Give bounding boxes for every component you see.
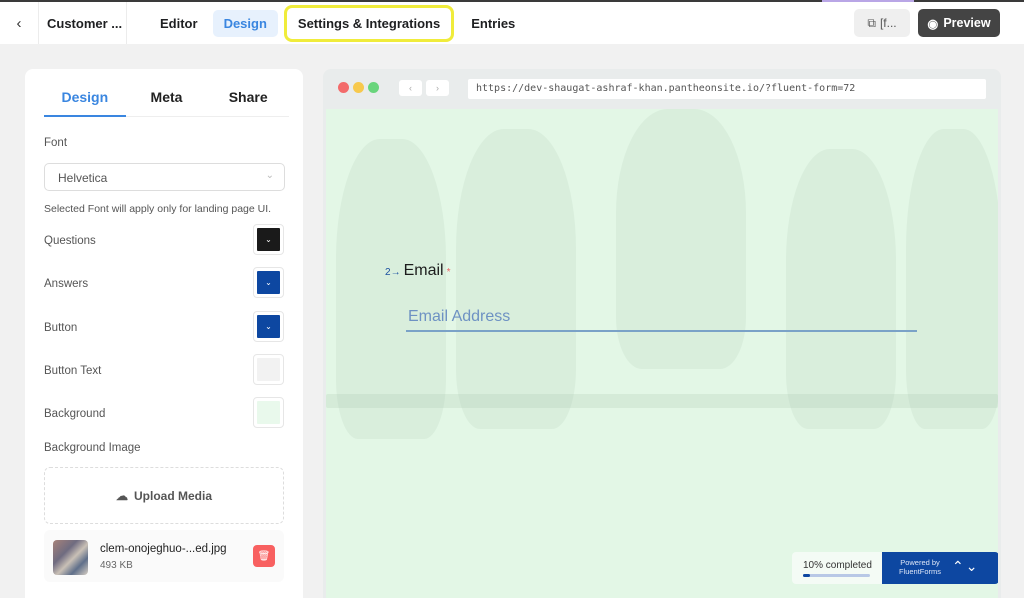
swatch-fill <box>257 401 280 424</box>
browser-back-button[interactable]: ‹ <box>399 80 422 96</box>
background-color-picker[interactable] <box>253 397 284 428</box>
email-input[interactable] <box>406 306 917 332</box>
font-select[interactable]: Helvetica ⌄ <box>44 163 285 191</box>
swatch-fill <box>257 358 280 381</box>
chevron-down-icon: ⌄ <box>257 271 280 294</box>
file-name: clem-onojeghuo-...ed.jpg <box>100 543 227 555</box>
answers-color-picker[interactable]: ⌄ <box>253 267 284 298</box>
copy-icon: ⧉ <box>867 15 876 30</box>
form-name[interactable]: Customer ... <box>39 2 127 44</box>
chevron-down-icon: ⌄ <box>257 315 280 338</box>
button-text-color-label: Button Text <box>44 365 102 377</box>
delete-file-button[interactable]: 🗑 <box>253 545 275 567</box>
button-text-color-picker[interactable] <box>253 354 284 385</box>
url-bar[interactable]: https://dev-shaugat-ashraf-khan.pantheon… <box>468 79 986 99</box>
panel-tab-share[interactable]: Share <box>207 77 289 116</box>
tab-editor[interactable]: Editor <box>149 10 209 37</box>
top-bar: ‹ Customer ... Editor Design Settings & … <box>0 2 1024 44</box>
minimize-dot <box>353 82 364 93</box>
main-nav-tabs: Editor Design Settings & Integrations En… <box>149 4 530 42</box>
panel-tab-design[interactable]: Design <box>44 77 126 117</box>
close-dot <box>338 82 349 93</box>
required-mark: * <box>446 267 451 278</box>
powered-by-bar: Powered by FluentForms ⌃⌄ <box>882 552 998 584</box>
background-image-shape <box>786 149 896 429</box>
preview-button[interactable]: ◉ Preview <box>918 9 1000 37</box>
question-label: 2→ Email * <box>385 262 450 280</box>
tab-entries[interactable]: Entries <box>460 10 526 37</box>
questions-color-picker[interactable]: ⌄ <box>253 224 284 255</box>
question-text: Email <box>403 262 444 279</box>
chevron-right-icon: › <box>436 83 439 93</box>
browser-forward-button[interactable]: › <box>426 80 449 96</box>
background-image-shape <box>326 394 998 408</box>
maximize-dot <box>368 82 379 93</box>
background-image-shape <box>906 129 998 429</box>
panel-tabs: Design Meta Share <box>44 77 289 117</box>
progress-indicator: 10% completed <box>792 552 882 584</box>
button-color-label: Button <box>44 322 78 334</box>
chevron-down-icon[interactable]: ⌄ <box>966 558 980 574</box>
upload-media-button[interactable]: ☁ Upload Media <box>44 467 284 524</box>
chevron-down-icon: ⌄ <box>265 170 274 181</box>
answers-color-label: Answers <box>44 278 89 290</box>
back-button[interactable]: ‹ <box>0 2 39 44</box>
background-color-label: Background <box>44 408 106 420</box>
powered-by-text[interactable]: Powered by FluentForms <box>895 558 945 576</box>
tab-settings-integrations[interactable]: Settings & Integrations <box>283 4 455 42</box>
background-image-shape <box>456 129 576 429</box>
arrow-right-icon: → <box>390 267 401 278</box>
preview-label: Preview <box>943 16 991 30</box>
questions-color-label: Questions <box>44 235 96 247</box>
chevron-down-icon: ⌄ <box>257 228 280 251</box>
background-image-label: Background Image <box>44 442 141 454</box>
question-number: 2→ <box>385 267 401 278</box>
tab-design[interactable]: Design <box>212 9 278 37</box>
shortcode-label: [f... <box>879 16 897 30</box>
chevron-left-icon: ‹ <box>409 83 412 93</box>
progress-bar-fill <box>803 574 810 577</box>
font-select-value: Helvetica <box>58 171 108 185</box>
window-controls <box>338 82 379 93</box>
preview-browser: ‹ › https://dev-shaugat-ashraf-khan.pant… <box>323 69 1001 598</box>
font-label: Font <box>44 137 68 149</box>
cloud-upload-icon: ☁ <box>115 488 128 503</box>
upload-media-label: Upload Media <box>133 488 212 503</box>
button-color-picker[interactable]: ⌄ <box>253 311 284 342</box>
progress-bar <box>803 574 870 577</box>
shortcode-copy-button[interactable]: ⧉ [f... <box>854 9 910 37</box>
file-thumbnail <box>53 540 88 575</box>
form-preview: 2→ Email * 10% completed Powered byFluen… <box>326 109 998 598</box>
uploaded-file: clem-onojeghuo-...ed.jpg 493 KB 🗑 <box>44 530 284 582</box>
trash-icon: 🗑 <box>257 550 271 562</box>
chevron-left-icon: ‹ <box>16 14 22 32</box>
progress-text: 10% completed <box>803 560 872 571</box>
chevron-up-icon[interactable]: ⌃ <box>952 558 966 574</box>
panel-tab-meta[interactable]: Meta <box>126 77 208 116</box>
design-settings-panel: Design Meta Share Font Helvetica ⌄ Selec… <box>25 69 303 598</box>
file-size: 493 KB <box>100 560 133 571</box>
font-hint: Selected Font will apply only for landin… <box>44 203 272 215</box>
eye-icon: ◉ <box>927 16 939 31</box>
